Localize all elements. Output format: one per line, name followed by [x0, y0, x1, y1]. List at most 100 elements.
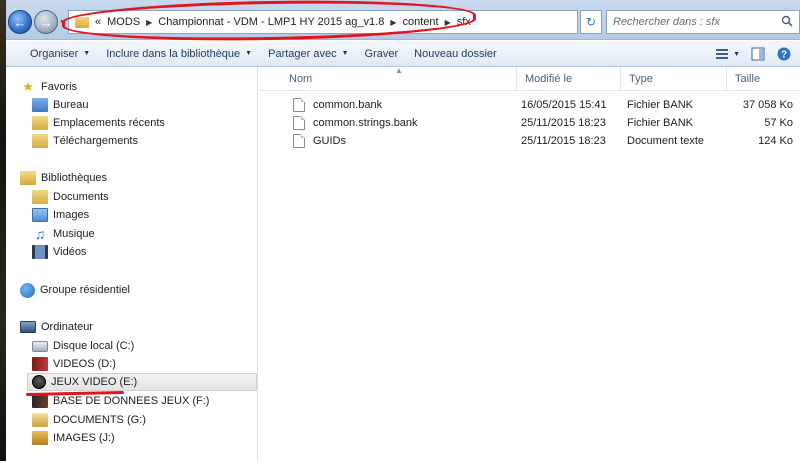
file-icon [293, 116, 305, 130]
caret-down-icon: ▼ [245, 50, 253, 57]
nav-label: Disque local (C:) [53, 340, 135, 352]
nav-computer[interactable]: Ordinateur [20, 318, 93, 336]
caret-down-icon: ▼ [733, 50, 740, 58]
burn-button[interactable]: Graver [357, 43, 407, 65]
search-box[interactable] [606, 10, 800, 34]
column-name[interactable]: Nom [281, 67, 517, 91]
column-name-label: Nom [289, 73, 313, 85]
column-type-label: Type [629, 73, 653, 85]
search-icon[interactable] [781, 15, 793, 27]
new-folder-button[interactable]: Nouveau dossier [406, 43, 505, 65]
desktop-edge [0, 0, 6, 461]
file-size: 124 Ko [758, 135, 793, 147]
nav-label: Images [53, 209, 90, 221]
nav-homegroup[interactable]: Groupe résidentiel [20, 281, 130, 299]
nav-documents[interactable]: Documents [32, 188, 109, 206]
navigation-pane[interactable]: ★ Favoris Bureau Emplacements récents Té… [6, 67, 258, 461]
nav-label: JEUX VIDEO (E:) [51, 376, 138, 388]
burn-label: Graver [364, 47, 399, 60]
include-in-library-button[interactable]: Inclure dans la bibliothèque ▼ [98, 43, 260, 65]
nav-drive-c[interactable]: Disque local (C:) [32, 337, 134, 355]
file-name: GUIDs [313, 135, 346, 147]
nav-label: Ordinateur [41, 321, 93, 333]
nav-music[interactable]: ♫ Musique [32, 225, 95, 243]
search-input[interactable] [613, 16, 773, 28]
file-list[interactable]: ▲ Nom Modifié le Type Taille common.bank… [259, 66, 800, 461]
nav-favorites[interactable]: ★ Favoris [20, 78, 77, 96]
video-drive-icon [32, 357, 48, 371]
file-name-cell[interactable]: common.bank [293, 96, 382, 114]
caret-down-icon: ▼ [341, 50, 349, 57]
recent-pages-dropdown[interactable]: ▼ [59, 18, 67, 27]
downloads-icon [32, 134, 48, 148]
toolbar-right: ▼ ? [714, 41, 800, 67]
column-type[interactable]: Type [621, 67, 727, 91]
new-folder-label: Nouveau dossier [414, 47, 497, 60]
arrow-left-icon: ← [13, 14, 27, 30]
forward-button[interactable]: → [34, 10, 58, 34]
chevron-right-icon[interactable]: ▶ [445, 18, 451, 27]
libraries-icon [20, 171, 36, 185]
file-name: common.bank [313, 99, 383, 111]
nav-label: Groupe résidentiel [40, 284, 130, 296]
breadcrumb-content[interactable]: content [402, 16, 438, 28]
file-name-cell[interactable]: common.strings.bank [293, 114, 418, 132]
back-button[interactable]: ← [8, 10, 32, 34]
caret-down-icon: ▼ [83, 50, 91, 57]
nav-videos[interactable]: Vidéos [32, 243, 86, 261]
help-icon[interactable]: ? [776, 46, 792, 62]
file-row[interactable]: common.strings.bank 25/11/2015 18:23 Fic… [289, 114, 800, 132]
nav-label: Favoris [41, 81, 78, 93]
nav-label: Bureau [53, 99, 89, 111]
nav-downloads[interactable]: Téléchargements [32, 132, 138, 150]
command-bar: Organiser ▼ Inclure dans la bibliothèque… [0, 41, 800, 67]
view-details-icon [716, 49, 729, 59]
svg-text:?: ? [781, 50, 787, 61]
change-view-button[interactable]: ▼ [714, 46, 740, 62]
nav-label: Emplacements récents [53, 117, 165, 129]
breadcrumb-sfx[interactable]: sfx [457, 16, 471, 28]
star-icon: ★ [22, 79, 34, 94]
refresh-button[interactable]: ↻ [580, 10, 602, 34]
breadcrumb-mods[interactable]: MODS [107, 16, 140, 28]
nav-drive-e[interactable]: JEUX VIDEO (E:) [27, 373, 257, 391]
file-name-cell[interactable]: GUIDs [293, 132, 346, 150]
images-icon [32, 208, 48, 222]
preview-pane-icon[interactable] [750, 46, 766, 62]
nav-recent-places[interactable]: Emplacements récents [32, 114, 165, 132]
computer-icon [20, 321, 36, 333]
organize-button[interactable]: Organiser ▼ [22, 43, 98, 65]
file-type: Document texte [627, 135, 705, 147]
column-modified-label: Modifié le [525, 73, 573, 85]
address-bar[interactable]: « MODS ▶ Championnat - VDM - LMP1 HY 201… [68, 10, 578, 34]
file-row[interactable]: GUIDs 25/11/2015 18:23 Document texte 12… [289, 132, 800, 150]
chevron-right-icon[interactable]: ▶ [146, 18, 152, 27]
column-size[interactable]: Taille [727, 67, 800, 91]
images-drive-icon [32, 431, 48, 445]
breadcrumb-overflow[interactable]: « [95, 16, 101, 28]
title-bar: ← → ▼ « MODS ▶ Championnat - VDM - LMP1 … [0, 0, 800, 40]
nav-drive-g[interactable]: DOCUMENTS (G:) [32, 411, 146, 429]
column-size-label: Taille [735, 73, 761, 85]
column-modified[interactable]: Modifié le [517, 67, 621, 91]
nav-desktop[interactable]: Bureau [32, 96, 88, 114]
nav-drive-d[interactable]: VIDEOS (D:) [32, 355, 116, 373]
share-with-button[interactable]: Partager avec ▼ [260, 43, 356, 65]
music-icon: ♫ [34, 226, 46, 242]
nav-images[interactable]: Images [32, 206, 89, 224]
documents-drive-icon [32, 413, 48, 427]
nav-label: DOCUMENTS (G:) [53, 414, 146, 426]
nav-libraries[interactable]: Bibliothèques [20, 169, 107, 187]
file-size: 57 Ko [764, 117, 793, 129]
organize-label: Organiser [30, 47, 79, 60]
chevron-right-icon[interactable]: ▶ [390, 18, 396, 27]
breadcrumb-championnat[interactable]: Championnat - VDM - LMP1 HY 2015 ag_v1.8 [158, 16, 384, 28]
file-icon [293, 98, 305, 112]
folder-icon [75, 16, 89, 28]
nav-drive-j[interactable]: IMAGES (J:) [32, 429, 115, 447]
include-label: Inclure dans la bibliothèque [106, 47, 241, 60]
file-type: Fichier BANK [627, 117, 694, 129]
documents-icon [32, 190, 48, 204]
refresh-icon: ↻ [585, 15, 597, 29]
file-row[interactable]: common.bank 16/05/2015 15:41 Fichier BAN… [289, 96, 800, 114]
